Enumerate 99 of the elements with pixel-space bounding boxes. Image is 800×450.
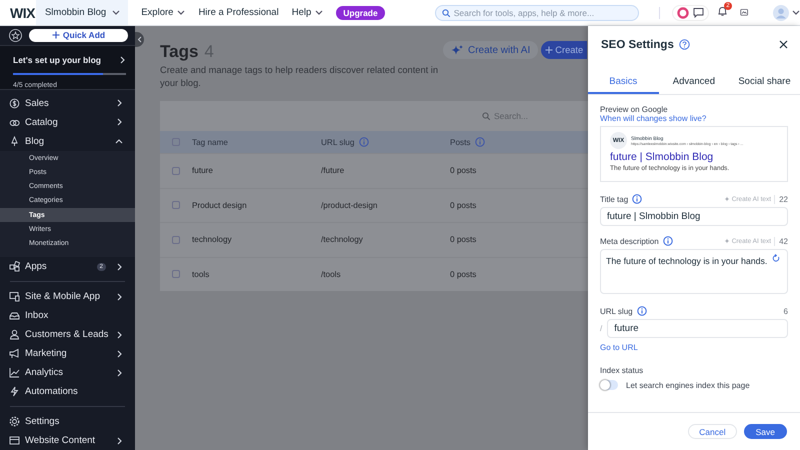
top-menu-item[interactable]: Explore bbox=[141, 7, 186, 18]
table-cell: /technology bbox=[321, 235, 363, 244]
section-label: Preview on Google bbox=[600, 105, 669, 114]
table-cell: /tools bbox=[321, 270, 341, 279]
input-field[interactable]: future bbox=[607, 319, 788, 338]
inbox-icon bbox=[9, 310, 20, 321]
character-count: 6 bbox=[782, 306, 788, 316]
info-icon[interactable] bbox=[632, 194, 642, 204]
image-icon[interactable] bbox=[740, 7, 748, 18]
caret-icon bbox=[112, 9, 120, 16]
site-menu-button[interactable]: Slmobbin Blog bbox=[36, 0, 128, 25]
chart-icon bbox=[9, 367, 20, 378]
nav-item[interactable]: Website Content bbox=[0, 431, 135, 450]
chevron-right-icon bbox=[119, 56, 126, 64]
upgrade-button[interactable]: Upgrade bbox=[336, 6, 385, 20]
table-cell: 0 posts bbox=[450, 235, 476, 244]
nav-item[interactable]: Settings bbox=[0, 412, 135, 431]
column-header: URL slug bbox=[321, 138, 354, 146]
close-button[interactable] bbox=[779, 40, 788, 49]
checkbox[interactable] bbox=[172, 270, 180, 278]
info-icon[interactable] bbox=[662, 236, 673, 246]
sparkle-icon bbox=[451, 45, 463, 55]
table-cell: Product design bbox=[192, 200, 247, 210]
toggle-switch[interactable] bbox=[600, 380, 618, 390]
plus-icon bbox=[545, 46, 554, 54]
apps-icon bbox=[9, 261, 20, 272]
go-to-url-link[interactable]: Go to URL bbox=[600, 343, 788, 352]
table-cell: /product-design bbox=[321, 200, 378, 210]
character-count: 22 bbox=[774, 194, 788, 204]
column-header: Posts bbox=[450, 138, 470, 146]
character-count: 42 bbox=[774, 236, 788, 246]
table-cell: 0 posts bbox=[450, 270, 476, 279]
table-cell: technology bbox=[192, 235, 232, 244]
dollar-icon bbox=[9, 98, 20, 109]
close-icon bbox=[779, 40, 788, 49]
devices-icon bbox=[9, 291, 20, 302]
wix-logo[interactable]: WIX bbox=[0, 4, 36, 20]
toggle-label: Let search engines index this page bbox=[626, 380, 750, 390]
gear-icon bbox=[9, 416, 20, 427]
nav-item[interactable]: Catalog bbox=[0, 112, 135, 132]
nav-item[interactable]: Customers & Leads bbox=[0, 325, 135, 344]
setup-title: Let's set up your blog bbox=[13, 54, 101, 65]
quick-add-button[interactable]: Quick Add bbox=[29, 28, 128, 42]
table-cell: 0 posts bbox=[450, 200, 476, 210]
slug-prefix: / bbox=[600, 324, 602, 333]
nav-item[interactable]: Analytics bbox=[0, 363, 135, 382]
save-button[interactable]: Save bbox=[744, 424, 787, 439]
tab[interactable]: Basics bbox=[588, 71, 659, 94]
checkbox[interactable] bbox=[172, 236, 180, 244]
page-title: Tags bbox=[160, 42, 198, 62]
cancel-button[interactable]: Cancel bbox=[688, 424, 737, 439]
top-menu-item[interactable]: Help bbox=[292, 7, 324, 18]
search-icon bbox=[482, 112, 490, 120]
sparkle-icon bbox=[724, 196, 730, 202]
column-header: Tag name bbox=[192, 138, 228, 146]
nav-item[interactable]: Site & Mobile App bbox=[0, 287, 135, 306]
page-description: Create and manage tags to help readers discover related content in your blog. bbox=[160, 64, 440, 89]
nav-item[interactable]: Sales bbox=[0, 94, 135, 113]
input-field[interactable]: The future of technology is in your hands. bbox=[600, 249, 788, 294]
search-icon bbox=[442, 8, 450, 16]
table-cell: 0 posts bbox=[450, 166, 476, 176]
nav-item[interactable]: Inbox bbox=[0, 306, 135, 325]
field-label: Index status bbox=[600, 366, 644, 375]
bell-icon[interactable] bbox=[716, 6, 728, 16]
field-label: Title tag bbox=[600, 194, 628, 204]
field-label: Meta description bbox=[600, 236, 659, 246]
tab[interactable]: Social share bbox=[729, 71, 800, 94]
panel-title: SEO Settings bbox=[601, 38, 674, 50]
refresh-icon[interactable] bbox=[772, 254, 780, 262]
create-button[interactable]: Create bbox=[541, 41, 588, 59]
sparkle-icon bbox=[724, 238, 730, 244]
website-content-icon bbox=[9, 435, 20, 446]
person-icon bbox=[9, 329, 20, 340]
chat-icon[interactable] bbox=[692, 7, 704, 18]
info-icon[interactable] bbox=[636, 306, 647, 316]
top-menu-item[interactable]: Hire a Professional bbox=[198, 7, 279, 18]
tab[interactable]: Advanced bbox=[658, 71, 730, 94]
collapse-handle[interactable] bbox=[135, 32, 144, 47]
caret-icon bbox=[792, 9, 800, 16]
checkbox[interactable] bbox=[172, 166, 180, 175]
input-field[interactable]: future | Slmobbin Blog bbox=[600, 207, 788, 226]
plus-icon bbox=[52, 31, 60, 40]
checkbox[interactable] bbox=[172, 201, 180, 210]
nav-item[interactable]: Automations bbox=[0, 382, 135, 401]
help-icon[interactable] bbox=[678, 39, 690, 50]
table-cell: future bbox=[192, 166, 213, 176]
star-icon[interactable] bbox=[9, 28, 22, 42]
nav-item[interactable]: Marketing bbox=[0, 344, 135, 363]
nav-item[interactable]: Blog bbox=[0, 132, 135, 151]
search-field[interactable]: Search for tools, apps, help & more... bbox=[434, 4, 639, 20]
table-cell: /future bbox=[321, 166, 344, 176]
help-link[interactable]: When will changes show live? bbox=[600, 114, 788, 123]
table-cell: tools bbox=[192, 270, 210, 279]
field-label: URL slug bbox=[600, 306, 633, 316]
chevron-left-icon bbox=[137, 36, 142, 43]
lightning-icon bbox=[9, 386, 20, 397]
megaphone-icon bbox=[9, 348, 20, 359]
avatar-ring-icon[interactable] bbox=[676, 6, 689, 18]
preview-title: future | Slmobbin Blog bbox=[610, 151, 714, 163]
